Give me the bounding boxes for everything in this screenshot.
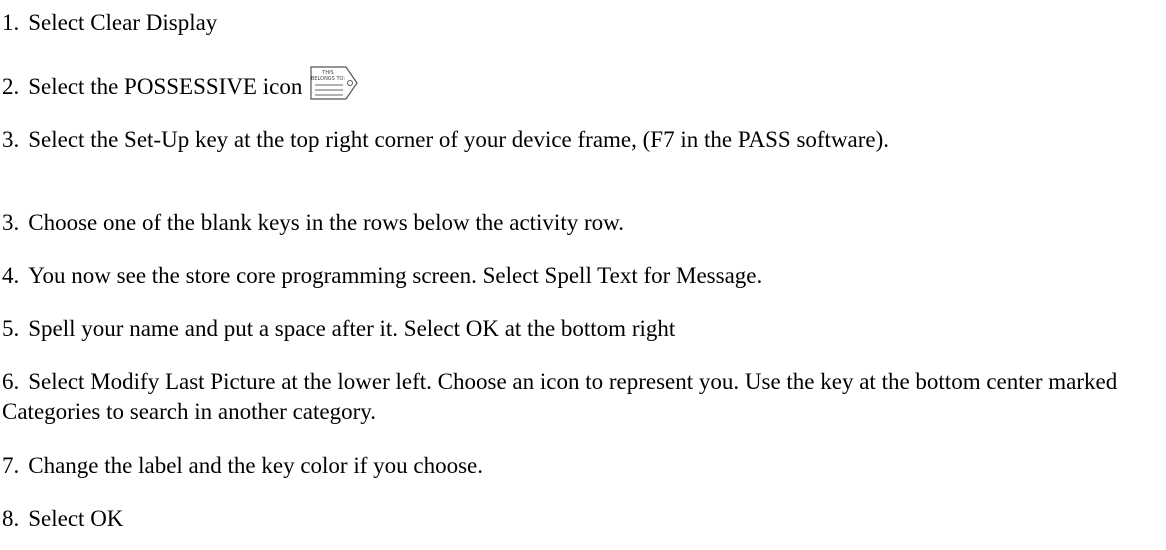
- step-number: 4.: [2, 263, 20, 288]
- step-text: Choose one of the blank keys in the rows…: [28, 210, 624, 235]
- step-text: You now see the store core programming s…: [28, 263, 763, 288]
- step-number: 3.: [2, 127, 20, 152]
- step-number: 3.: [2, 210, 20, 235]
- step-1: 1. Select Clear Display: [2, 8, 1162, 38]
- step-number: 7.: [2, 453, 20, 478]
- step-text: Spell your name and put a space after it…: [28, 316, 676, 341]
- step-6: 6. Select Modify Last Picture at the lowe…: [2, 367, 1162, 427]
- step-text: Select Modify Last Picture at the lower …: [2, 369, 1118, 424]
- step-number: 5.: [2, 316, 20, 341]
- step-text: Select Clear Display: [28, 10, 218, 35]
- instruction-document: 1. Select Clear Display 2. Select the POSS…: [0, 0, 1166, 550]
- step-text: Select the Set-Up key at the top right c…: [28, 127, 890, 152]
- step-3a: 3. Select the Set-Up key at the top right…: [2, 125, 1162, 155]
- step-2: 2. Select the POSSESSIVE icon THIS BELONG…: [2, 66, 1162, 102]
- step-5: 5. Spell your name and put a space after …: [2, 314, 1162, 344]
- step-4: 4. You now see the store core programming…: [2, 261, 1162, 291]
- step-text: Select the POSSESSIVE icon: [28, 74, 303, 99]
- step-number: 6.: [2, 369, 20, 394]
- svg-text:BELONGS TO:: BELONGS TO:: [311, 76, 345, 82]
- step-7: 7. Change the label and the key color if …: [2, 451, 1162, 481]
- step-3b: 3. Choose one of the blank keys in the ro…: [2, 208, 1162, 238]
- step-number: 8.: [2, 506, 20, 531]
- step-8: 8. Select OK: [2, 504, 1162, 534]
- possessive-tag-icon: THIS BELONGS TO:: [310, 66, 358, 100]
- step-number: 1.: [2, 10, 20, 35]
- step-number: 2.: [2, 74, 20, 99]
- step-text: Change the label and the key color if yo…: [28, 453, 483, 478]
- step-text: Select OK: [28, 506, 124, 531]
